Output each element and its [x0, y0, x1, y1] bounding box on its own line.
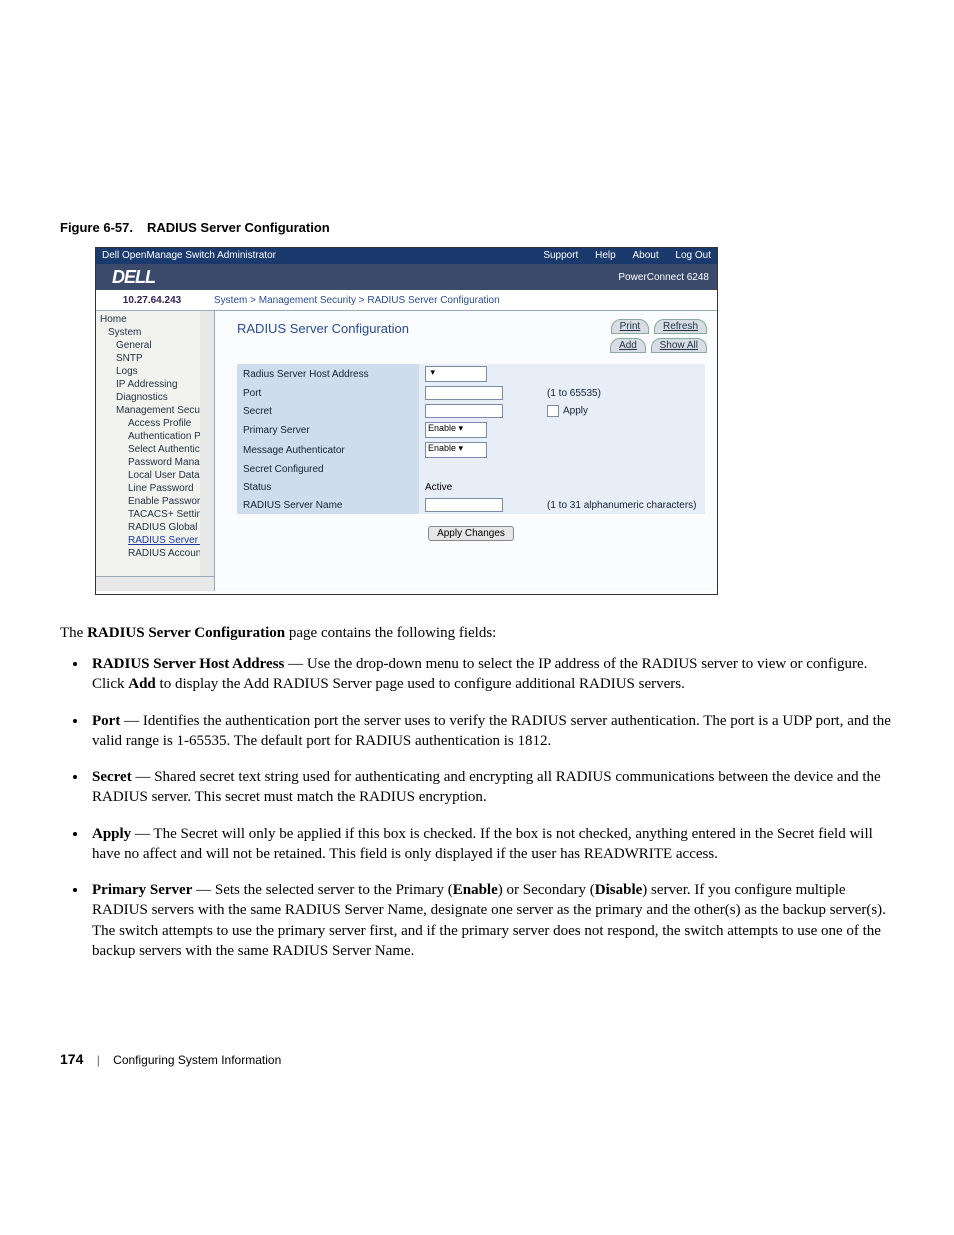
lbl-secret: Secret — [237, 402, 419, 420]
nav-system[interactable]: System — [100, 326, 214, 339]
nav-logs[interactable]: Logs — [100, 365, 214, 378]
nav-msec[interactable]: Management Security — [100, 404, 214, 417]
logout-link[interactable]: Log Out — [675, 250, 711, 261]
product-name: PowerConnect 6248 — [618, 272, 709, 283]
refresh-button[interactable]: Refresh — [654, 319, 707, 334]
lbl-port: Port — [237, 384, 419, 402]
nav-ap[interactable]: Access Profile — [100, 417, 214, 430]
help-link[interactable]: Help — [595, 250, 616, 261]
bullet-primary: Primary Server — Sets the selected serve… — [88, 880, 894, 961]
device-ip: 10.27.64.243 — [96, 295, 208, 306]
lbl-msgauth: Message Authenticator — [237, 440, 419, 460]
nav-authp[interactable]: Authentication Profiles — [100, 430, 214, 443]
figure-caption: Figure 6-57. RADIUS Server Configuration — [60, 220, 894, 235]
lbl-host: Radius Server Host Address — [237, 364, 419, 384]
nav-pwm[interactable]: Password Managemen — [100, 456, 214, 469]
apply-changes-button[interactable]: Apply Changes — [428, 526, 514, 541]
lbl-primary: Primary Server — [237, 420, 419, 440]
nav-epw[interactable]: Enable Password — [100, 495, 214, 508]
host-select[interactable]: ▾ — [425, 366, 487, 382]
nav-ipaddr[interactable]: IP Addressing — [100, 378, 214, 391]
app-title: Dell OpenManage Switch Administrator — [102, 248, 276, 264]
bullet-secret: Secret — Shared secret text string used … — [88, 767, 894, 808]
brand-row: DELL PowerConnect 6248 — [96, 264, 717, 290]
section-name: Configuring System Information — [113, 1053, 281, 1067]
secret-input[interactable] — [425, 404, 503, 418]
figure-number: Figure 6-57. — [60, 220, 133, 235]
nav-sauth[interactable]: Select Authentication — [100, 443, 214, 456]
form-table: Radius Server Host Address ▾ Port (1 to … — [237, 364, 705, 514]
screenshot: Dell OpenManage Switch Administrator Sup… — [95, 247, 718, 595]
port-input[interactable] — [425, 386, 503, 400]
print-button[interactable]: Print — [611, 319, 650, 334]
nav-hscroll[interactable] — [96, 576, 214, 591]
bullet-port: Port — Identifies the authentication por… — [88, 711, 894, 752]
bullet-host: RADIUS Server Host Address — Use the dro… — [88, 654, 894, 695]
nav-tac[interactable]: TACACS+ Settings — [100, 508, 214, 521]
msgauth-select[interactable]: Enable ▾ — [425, 442, 487, 458]
showall-button[interactable]: Show All — [651, 338, 707, 353]
nav-home[interactable]: Home — [100, 313, 214, 326]
breadcrumb: System > Management Security > RADIUS Se… — [208, 295, 500, 306]
lbl-sconf: Secret Configured — [237, 460, 419, 478]
figure-title: RADIUS Server Configuration — [147, 220, 330, 235]
port-hint: (1 to 65535) — [541, 384, 705, 402]
support-link[interactable]: Support — [543, 250, 578, 261]
apply-cb-label: Apply — [563, 406, 588, 417]
bullet-apply: Apply — The Secret will only be applied … — [88, 824, 894, 865]
body-text: The RADIUS Server Configuration page con… — [60, 625, 894, 961]
nav-rgc[interactable]: RADIUS Global Configu — [100, 521, 214, 534]
nav-ludb[interactable]: Local User Database — [100, 469, 214, 482]
breadcrumb-row: 10.27.64.243 System > Management Securit… — [96, 290, 717, 311]
dell-logo: DELL — [112, 267, 155, 288]
rname-hint: (1 to 31 alphanumeric characters) — [541, 496, 705, 514]
nav-scrollbar[interactable] — [200, 311, 214, 591]
nav-general[interactable]: General — [100, 339, 214, 352]
status-value: Active — [419, 478, 541, 496]
main-panel: Print Refresh Add Show All RADIUS Server… — [215, 311, 717, 591]
nav-sntp[interactable]: SNTP — [100, 352, 214, 365]
lbl-status: Status — [237, 478, 419, 496]
primary-select[interactable]: Enable ▾ — [425, 422, 487, 438]
about-link[interactable]: About — [632, 250, 658, 261]
apply-checkbox[interactable] — [547, 405, 559, 417]
nav-diag[interactable]: Diagnostics — [100, 391, 214, 404]
nav-rsc[interactable]: RADIUS Server Configu — [100, 534, 214, 547]
action-tabs: Print Refresh Add Show All — [608, 319, 707, 357]
lead-paragraph: The RADIUS Server Configuration page con… — [60, 625, 894, 642]
window-titlebar: Dell OpenManage Switch Administrator Sup… — [96, 248, 717, 264]
add-button[interactable]: Add — [610, 338, 646, 353]
nav-rac[interactable]: RADIUS Accounting S — [100, 547, 214, 560]
page-footer: 174 | Configuring System Information — [60, 1051, 894, 1067]
footer-sep: | — [97, 1053, 100, 1067]
lbl-rname: RADIUS Server Name — [237, 496, 419, 514]
nav-tree[interactable]: Home System General SNTP Logs IP Address… — [96, 311, 215, 591]
titlebar-links: Support Help About Log Out — [529, 248, 711, 264]
rname-input[interactable] — [425, 498, 503, 512]
nav-lpw[interactable]: Line Password — [100, 482, 214, 495]
page-number: 174 — [60, 1051, 83, 1067]
